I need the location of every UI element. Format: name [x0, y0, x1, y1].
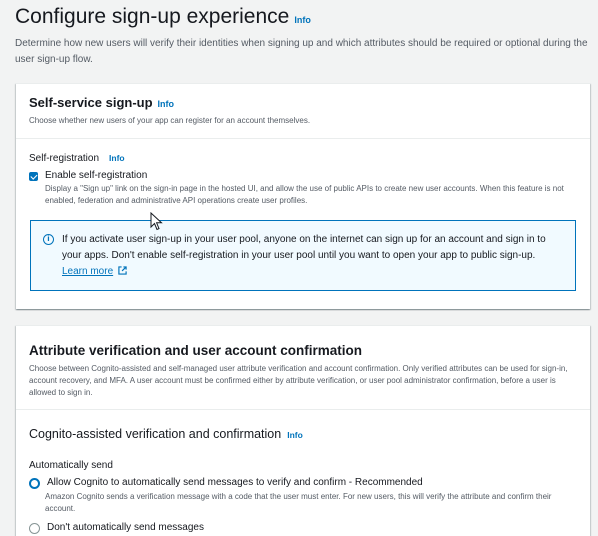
radio-allow-cognito-label[interactable]: Allow Cognito to automatically send mess… [47, 477, 423, 488]
attribute-verification-title: Attribute verification and user account … [29, 343, 363, 358]
self-service-signup-panel: Self-service sign-up Info Choose whether … [16, 83, 590, 309]
page-header: Configure sign-up experience Info Determi… [15, 4, 590, 68]
self-service-panel-header: Self-service sign-up Info Choose whether … [16, 84, 590, 127]
self-service-subtitle: Choose whether new users of your app can… [29, 116, 311, 125]
attribute-verification-panel: Attribute verification and user account … [16, 325, 590, 536]
cognito-assisted-section: Cognito-assisted verification and confir… [16, 410, 590, 534]
radio-dont-send-row[interactable]: Don't automatically send messages [29, 522, 577, 534]
cognito-assisted-title-text: Cognito-assisted verification and confir… [29, 427, 282, 441]
alert-text-block: If you activate user sign-up in your use… [62, 232, 565, 280]
page-title: Configure sign-up experience [15, 5, 290, 28]
attribute-verification-subtitle: Choose between Cognito-assisted and self… [29, 364, 568, 397]
learn-more-link[interactable]: Learn more [62, 266, 113, 277]
enable-self-registration-checkbox[interactable] [29, 172, 38, 181]
info-circle-icon: i [43, 234, 54, 245]
self-registration-label: Self-registration Info [29, 153, 577, 164]
self-service-title: Self-service sign-up [29, 95, 153, 110]
mouse-pointer-icon [150, 212, 163, 231]
self-registration-info-link[interactable]: Info [109, 153, 125, 163]
attribute-verification-header: Attribute verification and user account … [16, 326, 590, 399]
page-description: Determine how new users will verify thei… [15, 38, 588, 65]
cognito-assisted-info-link[interactable]: Info [287, 430, 303, 440]
enable-self-registration-description: Display a "Sign up" link on the sign-in … [45, 184, 564, 205]
self-service-info-link[interactable]: Info [158, 99, 175, 109]
self-registration-label-text: Self-registration [29, 153, 100, 164]
enable-self-registration-row[interactable]: Enable self-registration [29, 170, 577, 181]
cognito-assisted-title: Cognito-assisted verification and confir… [29, 427, 577, 441]
radio-allow-cognito-description: Amazon Cognito sends a verification mess… [45, 492, 552, 513]
self-registration-info-alert: i If you activate user sign-up in your u… [30, 220, 576, 291]
radio-allow-cognito-selected[interactable] [29, 478, 40, 489]
alert-message: If you activate user sign-up in your use… [62, 234, 546, 261]
enable-self-registration-label[interactable]: Enable self-registration [45, 170, 147, 181]
page-info-link[interactable]: Info [294, 15, 311, 25]
radio-dont-send-label[interactable]: Don't automatically send messages [47, 522, 204, 533]
radio-allow-cognito-row[interactable]: Allow Cognito to automatically send mess… [29, 477, 577, 489]
self-registration-field: Self-registration Info Enable self-regist… [16, 139, 590, 207]
automatically-send-label: Automatically send [29, 460, 113, 471]
external-link-icon [118, 266, 127, 275]
